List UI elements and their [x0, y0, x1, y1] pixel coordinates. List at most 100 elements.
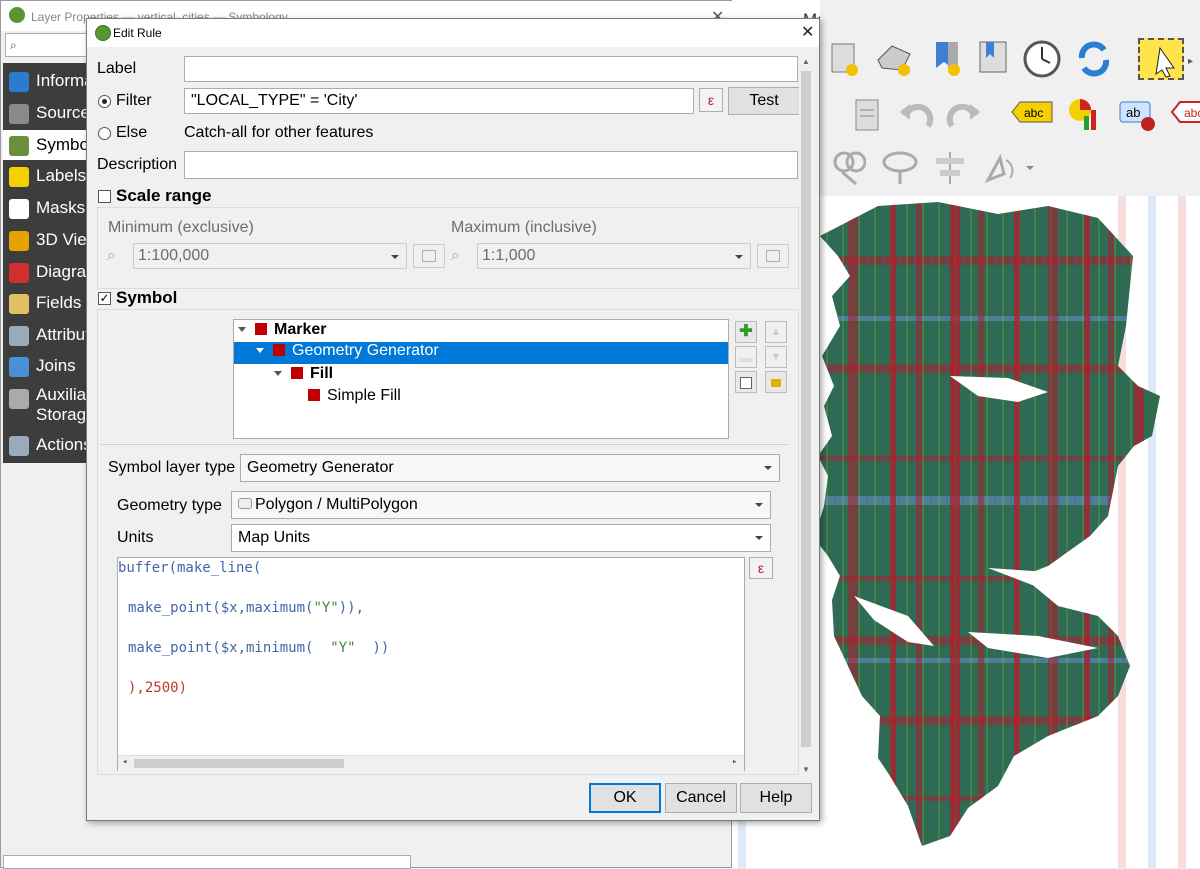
filter-expression-builder-button[interactable]: ε: [699, 88, 723, 112]
help-button[interactable]: Help: [740, 783, 812, 813]
tree-row-fill[interactable]: Fill: [274, 365, 333, 387]
symbol-caption: Symbol: [116, 288, 178, 307]
layer-properties-search-input[interactable]: ⌕: [5, 33, 89, 57]
sidebar-item-actions[interactable]: Actions: [3, 430, 95, 460]
joins-icon: [9, 357, 29, 377]
symbol-checkbox[interactable]: ✓: [98, 292, 111, 305]
minimum-scale-current-button[interactable]: [413, 244, 445, 268]
tree-label-simple-fill: Simple Fill: [327, 387, 401, 404]
filter-expression-input[interactable]: "LOCAL_TYPE" = 'City': [184, 88, 694, 114]
label-toolbar-icon[interactable]: abc: [1010, 98, 1054, 126]
label-input[interactable]: [184, 56, 798, 82]
epsilon-icon: ε: [757, 560, 765, 576]
lock-layer-button[interactable]: [765, 371, 787, 393]
digitize-polygon-icon[interactable]: [874, 40, 914, 78]
scale-range-checkbox[interactable]: [98, 190, 111, 203]
maximum-scale-current-button[interactable]: [757, 244, 789, 268]
abc-label-icon: [9, 167, 29, 187]
horizontal-scroll-thumb[interactable]: [134, 759, 344, 768]
align-features-icon[interactable]: [932, 150, 968, 186]
cube-icon: [9, 231, 29, 251]
sidebar-item-labels[interactable]: Labels: [3, 161, 95, 191]
sidebar-item-information[interactable]: Information: [3, 66, 95, 96]
ok-button[interactable]: OK: [589, 783, 661, 813]
collapse-arrow-icon[interactable]: [238, 327, 246, 332]
rotate-label-icon[interactable]: [980, 150, 1020, 186]
vertical-scroll-thumb[interactable]: [801, 71, 811, 747]
tartan-vertical-stripe: [978, 202, 984, 846]
scroll-right-icon[interactable]: ▸: [732, 757, 737, 767]
tartan-vertical-stripe: [848, 202, 858, 846]
dialog-close-icon[interactable]: ✕: [801, 22, 814, 42]
sidebar-item-diagrams[interactable]: Diagrams: [3, 257, 95, 287]
label-hide-icon[interactable]: abc: [1170, 98, 1200, 126]
zoom-out-icon: ⌕: [107, 247, 116, 264]
merge-features-icon[interactable]: [880, 148, 920, 188]
sidebar-item-joins[interactable]: Joins: [3, 351, 95, 381]
expression-horizontal-scrollbar[interactable]: ◂ ▸: [118, 755, 744, 771]
refresh-icon[interactable]: [1074, 38, 1114, 80]
sidebar-item-symbology[interactable]: Symbology: [3, 130, 95, 160]
sidebar-item-attributes-form[interactable]: Attributes Form: [3, 320, 95, 350]
toolbar-dropdown-arrow-icon[interactable]: [1026, 166, 1034, 170]
sidebar-item-source[interactable]: Source: [3, 98, 95, 128]
sidebar-item-auxiliary-storage[interactable]: Auxiliary Storage: [3, 383, 95, 427]
tartan-fine-stripe: [930, 202, 932, 846]
split-features-icon[interactable]: [832, 148, 867, 188]
collapse-arrow-icon[interactable]: [274, 371, 282, 376]
add-symbol-layer-button[interactable]: ✚: [735, 321, 757, 343]
tartan-vertical-stripe: [916, 202, 922, 846]
tree-label-geometry-generator: Geometry Generator: [292, 342, 439, 359]
tartan-vertical-stripe: [1108, 202, 1114, 846]
minimum-scale-select[interactable]: 1:100,000: [133, 243, 407, 269]
paste-icon[interactable]: [850, 96, 884, 134]
else-radio[interactable]: [98, 127, 111, 140]
dialog-vertical-scrollbar[interactable]: ▲ ▼: [799, 55, 813, 777]
lock-icon: [771, 379, 781, 387]
tartan-fine-stripe: [858, 202, 860, 846]
sidebar-item-label: Masks: [36, 198, 86, 217]
geometry-expression-editor[interactable]: buffer(make_line( make_point($x,maximum(…: [117, 557, 745, 771]
bookmark-new-icon[interactable]: [930, 38, 964, 80]
layer-properties-bottom-field[interactable]: [3, 855, 411, 869]
move-up-button[interactable]: ▲: [765, 321, 787, 343]
units-select[interactable]: Map Units: [231, 524, 771, 552]
tree-row-geometry-generator[interactable]: Geometry Generator: [234, 342, 728, 364]
select-features-icon[interactable]: [1138, 38, 1184, 80]
label-pin-icon[interactable]: ab: [1116, 96, 1160, 136]
cancel-button[interactable]: Cancel: [665, 783, 737, 813]
toolbar-overflow-icon[interactable]: ▸: [1188, 56, 1196, 67]
diagram-toolbar-icon[interactable]: [1066, 96, 1102, 134]
symbol-layer-type-select[interactable]: Geometry Generator: [240, 454, 780, 482]
tree-row-marker[interactable]: Marker: [238, 321, 724, 343]
tartan-fine-stripe: [970, 202, 972, 846]
sidebar-item-fields[interactable]: Fields: [3, 288, 95, 318]
description-input[interactable]: [184, 151, 798, 179]
sidebar-item-masks[interactable]: Masks: [3, 193, 95, 223]
temporal-clock-icon[interactable]: [1022, 38, 1062, 80]
scroll-down-icon[interactable]: ▼: [802, 765, 810, 774]
undo-icon[interactable]: [898, 100, 934, 132]
arrow-down-icon: ▼: [770, 351, 782, 363]
maximum-scale-select[interactable]: 1:1,000: [477, 243, 751, 269]
test-button[interactable]: Test: [728, 87, 800, 115]
new-layer-icon[interactable]: [828, 40, 860, 78]
duplicate-layer-button[interactable]: [735, 371, 757, 393]
minimum-scale-value: 1:100,000: [138, 247, 210, 264]
scroll-up-icon[interactable]: ▲: [802, 57, 810, 66]
scroll-left-icon[interactable]: ◂: [122, 757, 127, 767]
tree-row-simple-fill[interactable]: Simple Fill: [308, 387, 401, 409]
sidebar-item-3d-view[interactable]: 3D View: [3, 225, 95, 255]
tartan-vertical-stripe: [1084, 202, 1090, 846]
bookmarks-icon[interactable]: [976, 38, 1010, 80]
maximum-scale-caption: Maximum (inclusive): [451, 219, 597, 236]
geometry-expression-builder-button[interactable]: ε: [749, 557, 773, 579]
collapse-arrow-icon[interactable]: [256, 348, 264, 353]
filter-radio[interactable]: [98, 95, 111, 108]
redo-icon[interactable]: [946, 100, 982, 132]
remove-symbol-layer-button[interactable]: ▬: [735, 346, 757, 368]
sidebar-item-label: Labels: [36, 166, 87, 185]
tartan-fine-stripe: [834, 202, 836, 846]
move-down-button[interactable]: ▼: [765, 346, 787, 368]
geometry-type-select[interactable]: Polygon / MultiPolygon: [231, 491, 771, 519]
